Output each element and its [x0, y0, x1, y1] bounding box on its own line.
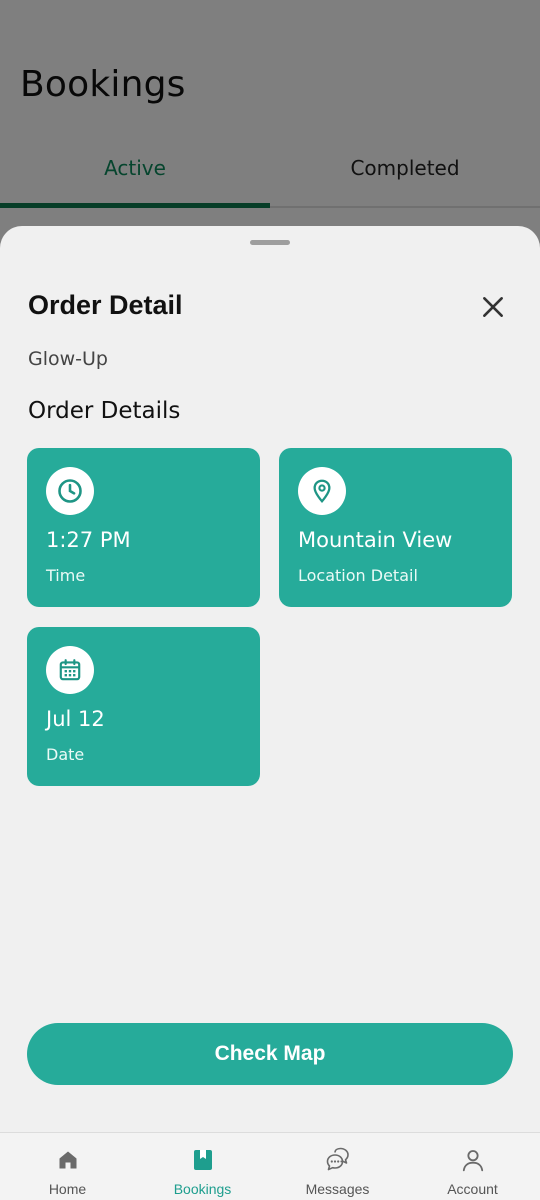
service-name: Glow-Up [28, 348, 108, 370]
nav-item-account[interactable]: Account [405, 1133, 540, 1200]
date-value: Jul 12 [46, 707, 105, 731]
nav-item-messages[interactable]: Messages [270, 1133, 405, 1200]
clock-icon [58, 479, 82, 503]
check-map-button[interactable]: Check Map [27, 1023, 513, 1085]
nav-item-bookings[interactable]: Bookings [135, 1133, 270, 1200]
home-icon [54, 1146, 82, 1174]
time-label: Time [46, 566, 86, 585]
time-value: 1:27 PM [46, 528, 131, 552]
drag-handle[interactable] [250, 240, 290, 245]
location-label: Location Detail [298, 566, 418, 585]
bottom-nav: Home Bookings Messages Account [0, 1132, 540, 1200]
order-detail-sheet: Order Detail Glow-Up Order Details 1:27 … [0, 226, 540, 1132]
calendar-icon [59, 659, 81, 681]
date-icon-badge [46, 646, 94, 694]
time-icon-badge [46, 467, 94, 515]
date-card: Jul 12 Date [27, 627, 260, 786]
date-label: Date [46, 745, 85, 764]
sheet-title: Order Detail [28, 290, 183, 320]
nav-item-home[interactable]: Home [0, 1133, 135, 1200]
close-button[interactable] [474, 288, 512, 326]
location-card: Mountain View Location Detail [279, 448, 512, 607]
nav-label-home: Home [48, 1181, 87, 1197]
location-pin-icon [313, 479, 331, 504]
location-icon-badge [298, 467, 346, 515]
chat-icon [324, 1146, 352, 1174]
nav-label-messages: Messages [305, 1181, 370, 1197]
location-value: Mountain View [298, 528, 453, 552]
section-title: Order Details [28, 398, 181, 424]
close-icon [483, 297, 503, 317]
bookmark-icon [189, 1146, 217, 1174]
time-card: 1:27 PM Time [27, 448, 260, 607]
person-icon [459, 1146, 487, 1174]
nav-label-account: Account [447, 1181, 498, 1197]
nav-label-bookings: Bookings [173, 1181, 232, 1197]
